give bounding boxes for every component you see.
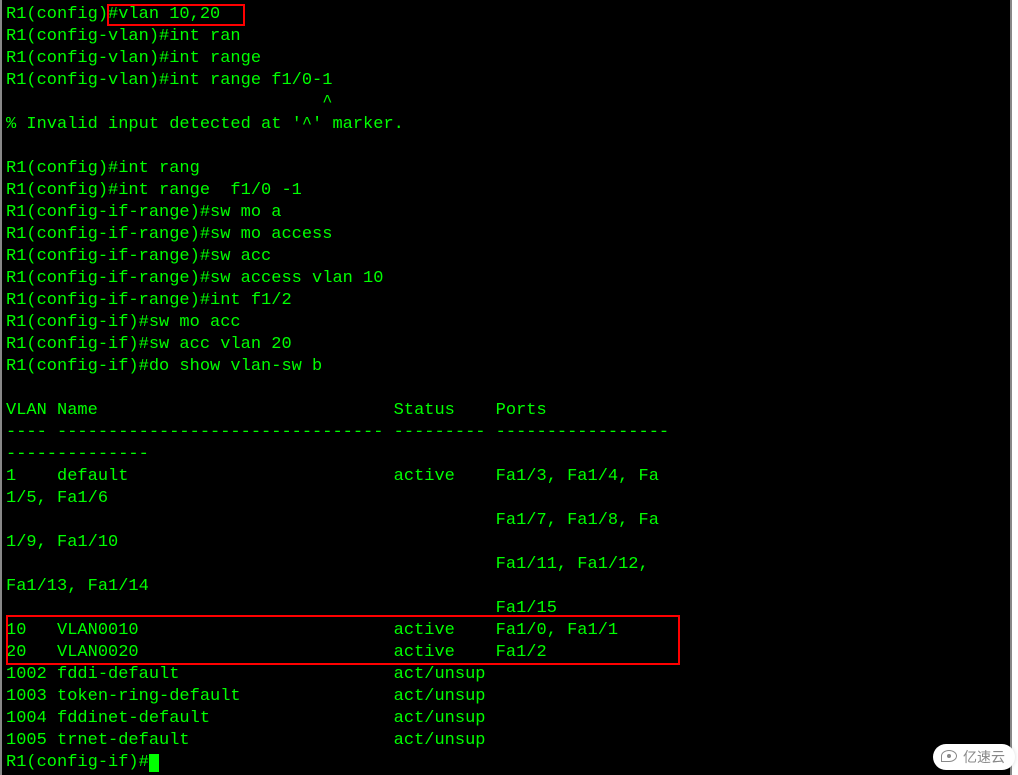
terminal-line: 1004 fddinet-default act/unsup — [6, 709, 485, 728]
terminal-window[interactable]: R1(config)#vlan 10,20 R1(config-vlan)#in… — [0, 0, 1012, 775]
terminal-line: R1(config-if-range)#sw mo access — [6, 225, 332, 244]
terminal-line: -------------- — [6, 445, 149, 464]
terminal-line: VLAN Name Status Ports — [6, 401, 547, 420]
terminal-line: 1003 token-ring-default act/unsup — [6, 687, 485, 706]
terminal-line: Fa1/7, Fa1/8, Fa — [6, 511, 659, 530]
terminal-line: ---- -------------------------------- --… — [6, 423, 669, 442]
watermark-text: 亿速云 — [963, 747, 1005, 767]
terminal-line: R1(config-if-range)#sw mo a — [6, 203, 281, 222]
terminal-prompt[interactable]: R1(config-if)# — [6, 753, 149, 772]
terminal-line: R1(config-vlan)#int range f1/0-1 — [6, 71, 332, 90]
terminal-line: % Invalid input detected at '^' marker. — [6, 115, 404, 134]
terminal-line: R1(config-if-range)#int f1/2 — [6, 291, 292, 310]
terminal-line: R1(config)#int range f1/0 -1 — [6, 181, 302, 200]
terminal-line: 1002 fddi-default act/unsup — [6, 665, 485, 684]
terminal-line: 1 default active Fa1/3, Fa1/4, Fa — [6, 467, 659, 486]
terminal-line: R1(config-vlan)#int range — [6, 49, 261, 68]
terminal-line: R1(config)#vlan 10,20 — [6, 5, 220, 24]
watermark-badge: 亿速云 — [933, 744, 1015, 770]
terminal-line: R1(config-if)#sw acc vlan 20 — [6, 335, 292, 354]
terminal-line: 1/9, Fa1/10 — [6, 533, 118, 552]
terminal-line: 10 VLAN0010 active Fa1/0, Fa1/1 — [6, 621, 618, 640]
terminal-line: 1005 trnet-default act/unsup — [6, 731, 485, 750]
terminal-line: 20 VLAN0020 active Fa1/2 — [6, 643, 547, 662]
terminal-line: Fa1/11, Fa1/12, — [6, 555, 659, 574]
terminal-line: 1/5, Fa1/6 — [6, 489, 108, 508]
terminal-line: Fa1/15 — [6, 599, 557, 618]
terminal-line: R1(config-vlan)#int ran — [6, 27, 241, 46]
cloud-icon — [941, 750, 959, 764]
cursor-icon — [149, 754, 159, 772]
terminal-line: Fa1/13, Fa1/14 — [6, 577, 149, 596]
terminal-line: R1(config-if-range)#sw acc — [6, 247, 271, 266]
terminal-line: R1(config-if-range)#sw access vlan 10 — [6, 269, 383, 288]
terminal-line: R1(config-if)#do show vlan-sw b — [6, 357, 322, 376]
terminal-line: R1(config)#int rang — [6, 159, 200, 178]
terminal-line: ^ — [6, 93, 332, 112]
terminal-line: R1(config-if)#sw mo acc — [6, 313, 241, 332]
